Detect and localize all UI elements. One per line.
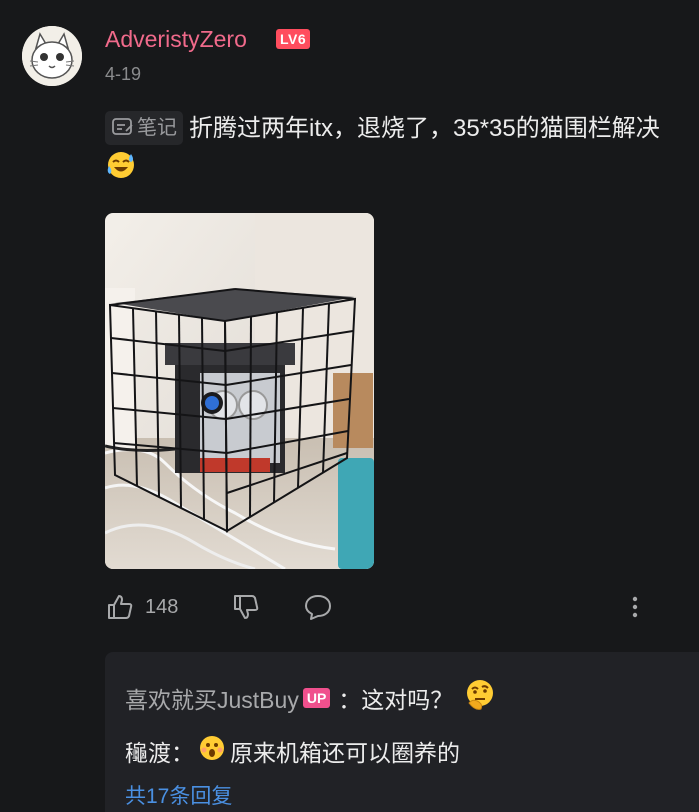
like-count: 148: [145, 595, 179, 618]
post-photo[interactable]: [105, 213, 374, 569]
reply-text: ：这对吗？: [338, 687, 454, 713]
comment-button[interactable]: [303, 592, 333, 622]
post-date: 4-19: [105, 64, 142, 84]
thumbs-up-icon: [108, 595, 133, 619]
post-text: 折腾过两年itx，退烧了，35*35的猫围栏解决: [189, 115, 660, 142]
action-bar: 148: [105, 592, 645, 628]
reply-author[interactable]: 龝渡: [125, 734, 171, 768]
more-vertical-icon: [632, 596, 638, 618]
shocked-emoji: [198, 734, 226, 768]
username[interactable]: AdveristyZero: [105, 26, 247, 53]
level-badge: LV6: [276, 29, 311, 49]
replies-preview[interactable]: 喜欢就买JustBuy UP ：这对吗？ 龝渡 ： 原来机箱还可以圈养的 共17…: [105, 652, 699, 812]
up-badge: UP: [302, 688, 331, 708]
more-options-button[interactable]: [625, 592, 645, 622]
reply-item: 龝渡 ： 原来机箱还可以圈养的: [125, 734, 460, 768]
note-icon: [112, 118, 133, 135]
view-more-replies-link[interactable]: 共17条回复: [125, 780, 232, 810]
reply-author[interactable]: 喜欢就买JustBuy: [125, 681, 299, 715]
note-tag[interactable]: 笔记: [105, 111, 183, 145]
thinking-emoji: [463, 678, 497, 718]
reply-item: 喜欢就买JustBuy UP ：这对吗？: [125, 678, 497, 718]
reply-text: ：: [171, 740, 194, 766]
dislike-button[interactable]: [231, 592, 261, 622]
comment-icon: [305, 595, 331, 620]
reply-text-continued: 原来机箱还可以圈养的: [230, 740, 460, 766]
thumbs-down-icon: [234, 595, 259, 619]
post-content: 笔记 折腾过两年itx，退烧了，35*35的猫围栏解决: [105, 110, 685, 192]
like-button[interactable]: 148: [105, 592, 178, 622]
note-tag-label: 笔记: [137, 117, 177, 139]
sweat-laugh-emoji: [105, 148, 137, 192]
avatar[interactable]: [22, 26, 82, 86]
